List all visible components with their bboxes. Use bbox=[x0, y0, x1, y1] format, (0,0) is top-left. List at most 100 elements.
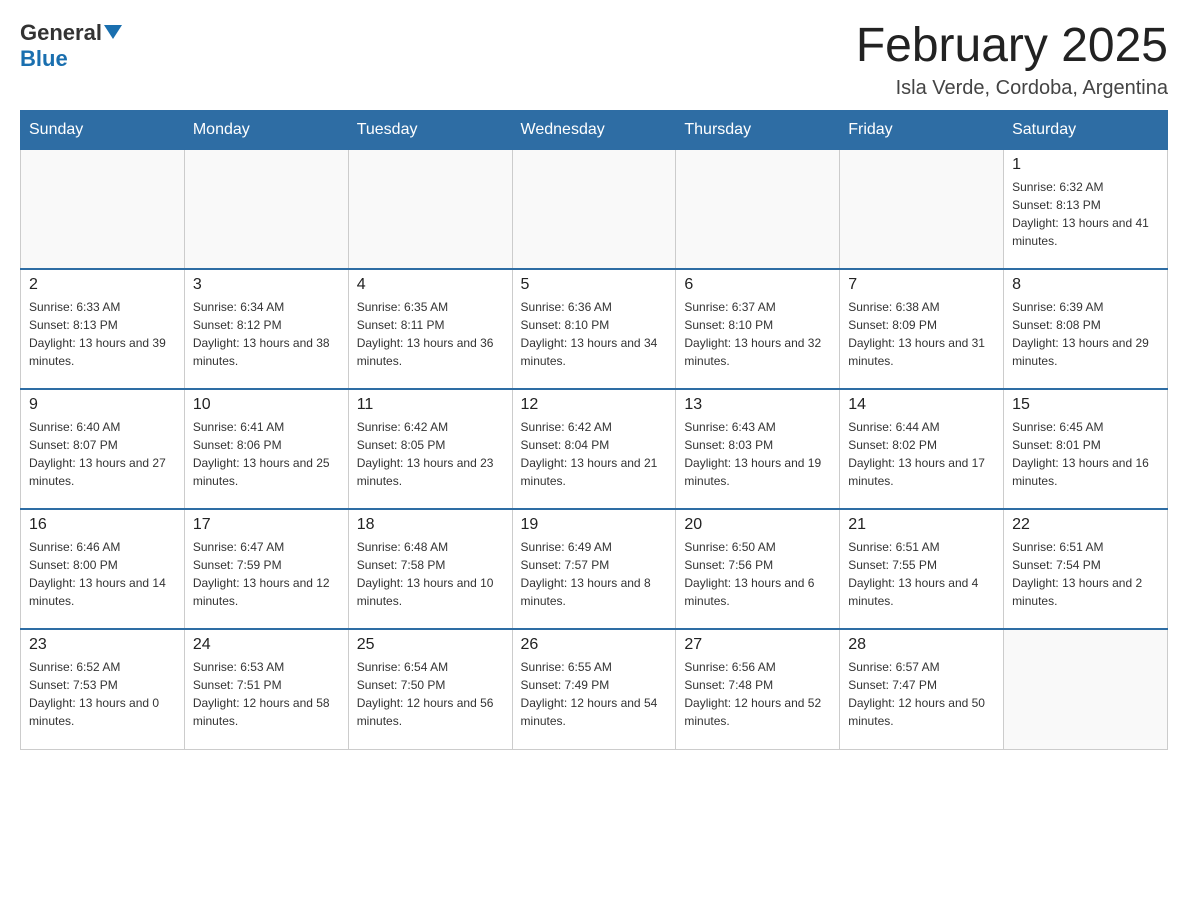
day-sun-info: Sunrise: 6:42 AM Sunset: 8:05 PM Dayligh… bbox=[357, 418, 504, 490]
day-sun-info: Sunrise: 6:48 AM Sunset: 7:58 PM Dayligh… bbox=[357, 538, 504, 610]
calendar-day-cell: 18 Sunrise: 6:48 AM Sunset: 7:58 PM Dayli… bbox=[348, 509, 512, 629]
calendar-day-cell bbox=[676, 149, 840, 269]
page-header: General Blue February 2025 Isla Verde, C… bbox=[20, 20, 1168, 100]
day-number: 19 bbox=[521, 516, 668, 534]
calendar-week-row: 2Sunrise: 6:33 AM Sunset: 8:13 PM Daylig… bbox=[21, 269, 1168, 389]
day-sun-info: Sunrise: 6:49 AM Sunset: 7:57 PM Dayligh… bbox=[521, 538, 668, 610]
day-of-week-header: Saturday bbox=[1004, 110, 1168, 149]
day-sun-info: Sunrise: 6:47 AM Sunset: 7:59 PM Dayligh… bbox=[193, 538, 340, 610]
day-sun-info: Sunrise: 6:54 AM Sunset: 7:50 PM Dayligh… bbox=[357, 658, 504, 730]
calendar-week-row: 23 Sunrise: 6:52 AM Sunset: 7:53 PM Dayli… bbox=[21, 629, 1168, 749]
day-sun-info: Sunrise: 6:56 AM Sunset: 7:48 PM Dayligh… bbox=[684, 658, 831, 730]
month-title: February 2025 bbox=[856, 20, 1168, 73]
calendar-day-cell bbox=[840, 149, 1004, 269]
day-sun-info: Sunrise: 6:42 AM Sunset: 8:04 PM Dayligh… bbox=[521, 418, 668, 490]
day-number: 28 bbox=[848, 636, 995, 654]
calendar-day-cell bbox=[21, 149, 185, 269]
calendar-day-cell: 5 Sunrise: 6:36 AM Sunset: 8:10 PM Daylig… bbox=[512, 269, 676, 389]
day-number: 26 bbox=[521, 636, 668, 654]
day-number: 6 bbox=[684, 276, 831, 294]
day-sun-info: Sunrise: 6:43 AM Sunset: 8:03 PM Dayligh… bbox=[684, 418, 831, 490]
day-number: 14 bbox=[848, 396, 995, 414]
day-number: 20 bbox=[684, 516, 831, 534]
day-number: 7 bbox=[848, 276, 995, 294]
location-subtitle: Isla Verde, Cordoba, Argentina bbox=[856, 77, 1168, 100]
calendar-day-cell: 1 Sunrise: 6:32 AM Sunset: 8:13 PM Daylig… bbox=[1004, 149, 1168, 269]
day-number: 10 bbox=[193, 396, 340, 414]
day-number: 16 bbox=[29, 516, 176, 534]
day-sun-info: Sunrise: 6:34 AM Sunset: 8:12 PM Dayligh… bbox=[193, 298, 340, 370]
day-sun-info: Sunrise: 6:33 AM Sunset: 8:13 PM Dayligh… bbox=[29, 298, 176, 370]
calendar-day-cell: 27 Sunrise: 6:56 AM Sunset: 7:48 PM Dayli… bbox=[676, 629, 840, 749]
calendar-day-cell: 19 Sunrise: 6:49 AM Sunset: 7:57 PM Dayli… bbox=[512, 509, 676, 629]
day-sun-info: Sunrise: 6:41 AM Sunset: 8:06 PM Dayligh… bbox=[193, 418, 340, 490]
calendar-day-cell: 15 Sunrise: 6:45 AM Sunset: 8:01 PM Dayli… bbox=[1004, 389, 1168, 509]
day-of-week-header: Monday bbox=[184, 110, 348, 149]
day-sun-info: Sunrise: 6:39 AM Sunset: 8:08 PM Dayligh… bbox=[1012, 298, 1159, 370]
day-sun-info: Sunrise: 6:52 AM Sunset: 7:53 PM Dayligh… bbox=[29, 658, 176, 730]
calendar-day-cell: 8Sunrise: 6:39 AM Sunset: 8:08 PM Daylig… bbox=[1004, 269, 1168, 389]
day-sun-info: Sunrise: 6:46 AM Sunset: 8:00 PM Dayligh… bbox=[29, 538, 176, 610]
logo-general-text: General bbox=[20, 20, 102, 46]
logo-arrow-icon bbox=[104, 25, 122, 39]
calendar-week-row: 16 Sunrise: 6:46 AM Sunset: 8:00 PM Dayli… bbox=[21, 509, 1168, 629]
day-number: 25 bbox=[357, 636, 504, 654]
calendar-day-cell: 28 Sunrise: 6:57 AM Sunset: 7:47 PM Dayli… bbox=[840, 629, 1004, 749]
day-sun-info: Sunrise: 6:51 AM Sunset: 7:54 PM Dayligh… bbox=[1012, 538, 1159, 610]
calendar-day-cell: 11 Sunrise: 6:42 AM Sunset: 8:05 PM Dayli… bbox=[348, 389, 512, 509]
day-sun-info: Sunrise: 6:40 AM Sunset: 8:07 PM Dayligh… bbox=[29, 418, 176, 490]
day-sun-info: Sunrise: 6:38 AM Sunset: 8:09 PM Dayligh… bbox=[848, 298, 995, 370]
day-number: 15 bbox=[1012, 396, 1159, 414]
day-number: 17 bbox=[193, 516, 340, 534]
calendar-day-cell: 10 Sunrise: 6:41 AM Sunset: 8:06 PM Dayli… bbox=[184, 389, 348, 509]
day-number: 23 bbox=[29, 636, 176, 654]
calendar-day-cell bbox=[1004, 629, 1168, 749]
day-number: 3 bbox=[193, 276, 340, 294]
day-of-week-header: Thursday bbox=[676, 110, 840, 149]
calendar-day-cell: 21 Sunrise: 6:51 AM Sunset: 7:55 PM Dayli… bbox=[840, 509, 1004, 629]
day-sun-info: Sunrise: 6:57 AM Sunset: 7:47 PM Dayligh… bbox=[848, 658, 995, 730]
day-sun-info: Sunrise: 6:55 AM Sunset: 7:49 PM Dayligh… bbox=[521, 658, 668, 730]
calendar-day-cell: 2Sunrise: 6:33 AM Sunset: 8:13 PM Daylig… bbox=[21, 269, 185, 389]
day-number: 9 bbox=[29, 396, 176, 414]
day-sun-info: Sunrise: 6:53 AM Sunset: 7:51 PM Dayligh… bbox=[193, 658, 340, 730]
day-sun-info: Sunrise: 6:37 AM Sunset: 8:10 PM Dayligh… bbox=[684, 298, 831, 370]
calendar-week-row: 9 Sunrise: 6:40 AM Sunset: 8:07 PM Daylig… bbox=[21, 389, 1168, 509]
day-sun-info: Sunrise: 6:36 AM Sunset: 8:10 PM Dayligh… bbox=[521, 298, 668, 370]
calendar-day-cell: 7 Sunrise: 6:38 AM Sunset: 8:09 PM Daylig… bbox=[840, 269, 1004, 389]
calendar-day-cell: 3 Sunrise: 6:34 AM Sunset: 8:12 PM Daylig… bbox=[184, 269, 348, 389]
day-number: 21 bbox=[848, 516, 995, 534]
day-number: 27 bbox=[684, 636, 831, 654]
day-sun-info: Sunrise: 6:35 AM Sunset: 8:11 PM Dayligh… bbox=[357, 298, 504, 370]
day-sun-info: Sunrise: 6:32 AM Sunset: 8:13 PM Dayligh… bbox=[1012, 178, 1159, 250]
logo-blue-text: Blue bbox=[20, 46, 68, 72]
day-number: 13 bbox=[684, 396, 831, 414]
day-number: 18 bbox=[357, 516, 504, 534]
day-number: 5 bbox=[521, 276, 668, 294]
calendar-day-cell: 12 Sunrise: 6:42 AM Sunset: 8:04 PM Dayli… bbox=[512, 389, 676, 509]
calendar-day-cell: 17 Sunrise: 6:47 AM Sunset: 7:59 PM Dayli… bbox=[184, 509, 348, 629]
day-sun-info: Sunrise: 6:51 AM Sunset: 7:55 PM Dayligh… bbox=[848, 538, 995, 610]
calendar-day-cell: 22 Sunrise: 6:51 AM Sunset: 7:54 PM Dayli… bbox=[1004, 509, 1168, 629]
day-number: 11 bbox=[357, 396, 504, 414]
day-of-week-header: Sunday bbox=[21, 110, 185, 149]
day-sun-info: Sunrise: 6:45 AM Sunset: 8:01 PM Dayligh… bbox=[1012, 418, 1159, 490]
title-section: February 2025 Isla Verde, Cordoba, Argen… bbox=[856, 20, 1168, 100]
calendar-day-cell: 24Sunrise: 6:53 AM Sunset: 7:51 PM Dayli… bbox=[184, 629, 348, 749]
day-number: 12 bbox=[521, 396, 668, 414]
day-of-week-header: Tuesday bbox=[348, 110, 512, 149]
calendar-day-cell: 13 Sunrise: 6:43 AM Sunset: 8:03 PM Dayli… bbox=[676, 389, 840, 509]
calendar-day-cell bbox=[184, 149, 348, 269]
day-sun-info: Sunrise: 6:50 AM Sunset: 7:56 PM Dayligh… bbox=[684, 538, 831, 610]
calendar-week-row: 1 Sunrise: 6:32 AM Sunset: 8:13 PM Daylig… bbox=[21, 149, 1168, 269]
calendar-day-cell: 26 Sunrise: 6:55 AM Sunset: 7:49 PM Dayli… bbox=[512, 629, 676, 749]
logo: General Blue bbox=[20, 20, 122, 72]
calendar-day-cell bbox=[348, 149, 512, 269]
calendar-header-row: SundayMondayTuesdayWednesdayThursdayFrid… bbox=[21, 110, 1168, 149]
calendar-day-cell bbox=[512, 149, 676, 269]
day-number: 22 bbox=[1012, 516, 1159, 534]
day-of-week-header: Friday bbox=[840, 110, 1004, 149]
day-number: 1 bbox=[1012, 156, 1159, 174]
day-of-week-header: Wednesday bbox=[512, 110, 676, 149]
calendar-day-cell: 16 Sunrise: 6:46 AM Sunset: 8:00 PM Dayli… bbox=[21, 509, 185, 629]
